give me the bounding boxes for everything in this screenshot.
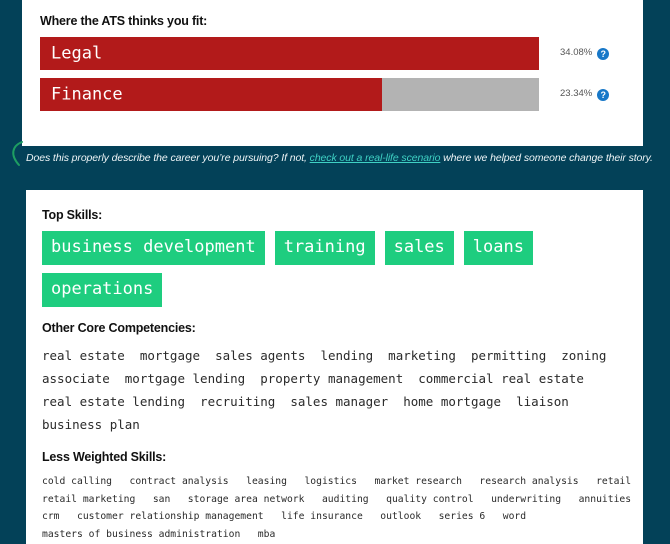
less-weighted-heading: Less Weighted Skills: <box>42 450 167 464</box>
top-skill-tag[interactable]: training <box>274 231 375 265</box>
bar-percent-finance-value: 23.34% <box>560 88 593 99</box>
help-circle-icon[interactable]: ? <box>597 48 610 60</box>
top-skill-tag[interactable]: business development <box>42 231 265 265</box>
bar-label-finance: Finance <box>51 84 123 104</box>
bar-label-legal: Legal <box>51 43 103 63</box>
top-skill-tag[interactable]: operations <box>42 273 163 307</box>
footnote-text-after: where we helped someone change their sto… <box>440 152 653 164</box>
top-skill-tag[interactable]: sales <box>384 231 454 265</box>
core-competency-line: real estate mortgage sales agents lendin… <box>42 348 607 363</box>
core-competency-line: business plan <box>42 417 140 432</box>
footnote: Does this properly describe the career y… <box>26 152 653 164</box>
less-weighted-line: cold calling contract analysis leasing l… <box>42 476 632 487</box>
bar-fill-legal <box>40 37 539 70</box>
less-weighted-line: retail marketing san storage area networ… <box>42 493 632 505</box>
ats-fit-card: Where the ATS thinks you fit: Legal 34.0… <box>22 0 643 146</box>
core-competencies-heading: Other Core Competencies: <box>42 321 196 335</box>
ats-fit-bar-row: Legal 34.08%? <box>40 37 625 70</box>
bar-track-finance: Finance <box>40 78 539 111</box>
less-weighted-line: masters of business administration mba <box>42 528 276 540</box>
top-skill-tag[interactable]: loans <box>463 231 533 265</box>
curved-arrow-icon <box>12 141 23 166</box>
real-life-scenario-link[interactable]: check out a real-life scenario <box>310 152 441 164</box>
footnote-text-before: Does this properly describe the career y… <box>26 152 310 164</box>
ats-fit-bar-row: Finance 23.34%? <box>40 78 625 111</box>
top-skills-tag-list: business development training sales loans op… <box>42 231 627 307</box>
less-weighted-list: cold calling contract analysis leasing l… <box>42 473 632 543</box>
top-skills-heading: Top Skills: <box>42 208 103 222</box>
help-circle-icon[interactable]: ? <box>597 89 610 101</box>
bar-percent-finance: 23.34%? <box>560 88 610 101</box>
bar-percent-legal-value: 34.08% <box>560 47 593 58</box>
core-competency-line: real estate lending recruiting sales man… <box>42 394 569 409</box>
skills-card: Top Skills: business development training… <box>26 190 643 544</box>
less-weighted-line: crm customer relationship management lif… <box>42 511 527 522</box>
bar-track-legal: Legal <box>40 37 539 70</box>
core-competency-line: associate mortgage lending property mana… <box>42 371 584 386</box>
core-competencies-list: real estate mortgage sales agents lendin… <box>42 344 627 436</box>
bar-percent-legal: 34.08%? <box>560 47 610 60</box>
ats-fit-heading: Where the ATS thinks you fit: <box>40 14 208 28</box>
